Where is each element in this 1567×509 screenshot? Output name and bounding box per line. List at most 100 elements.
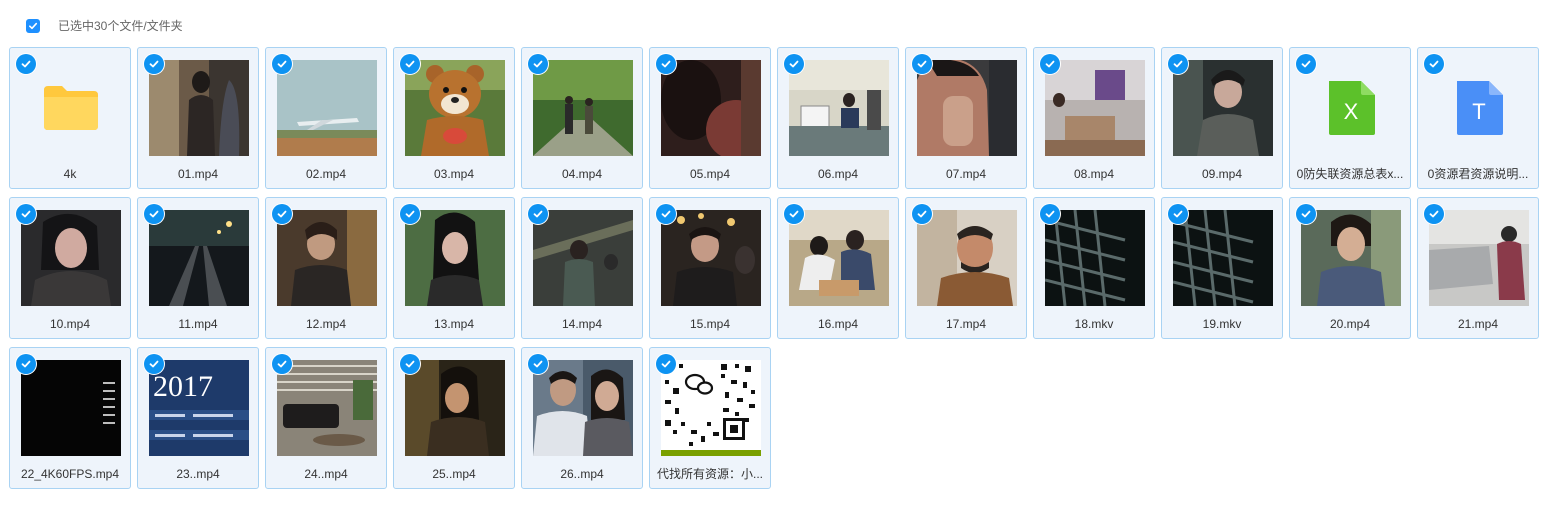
video-thumbnail — [917, 60, 1017, 156]
video-thumbnail — [533, 210, 633, 306]
selected-check-icon[interactable] — [144, 354, 164, 374]
file-name: 13.mp4 — [433, 317, 475, 331]
video-thumbnail — [21, 210, 121, 306]
file-card-video[interactable]: 16.mp4 — [777, 197, 899, 339]
file-name: 10.mp4 — [49, 317, 91, 331]
file-card-video[interactable]: 09.mp4 — [1161, 47, 1283, 189]
selected-check-icon[interactable] — [656, 354, 676, 374]
file-card-video[interactable]: 20.mp4 — [1289, 197, 1411, 339]
video-thumbnail — [277, 360, 377, 456]
file-name: 19.mkv — [1202, 317, 1242, 331]
selected-check-icon[interactable] — [1296, 204, 1316, 224]
file-card-video[interactable]: 18.mkv — [1033, 197, 1155, 339]
video-thumbnail — [277, 210, 377, 306]
video-thumbnail — [789, 60, 889, 156]
video-thumbnail — [661, 210, 761, 306]
selected-check-icon[interactable] — [16, 204, 36, 224]
checkmark-icon — [29, 22, 38, 30]
file-card-video[interactable]: 05.mp4 — [649, 47, 771, 189]
selected-check-icon[interactable] — [1424, 54, 1444, 74]
file-card-video[interactable]: 17.mp4 — [905, 197, 1027, 339]
selected-check-icon[interactable] — [1424, 204, 1444, 224]
video-thumbnail — [1173, 60, 1273, 156]
file-card-video[interactable]: 07.mp4 — [905, 47, 1027, 189]
selected-check-icon[interactable] — [784, 204, 804, 224]
file-name: 23..mp4 — [176, 467, 220, 481]
video-thumbnail — [917, 210, 1017, 306]
selected-check-icon[interactable] — [912, 54, 932, 74]
file-card-video[interactable]: 24..mp4 — [265, 347, 387, 489]
file-card-video[interactable]: 01.mp4 — [137, 47, 259, 189]
file-name: 14.mp4 — [561, 317, 603, 331]
file-card-video[interactable]: 02.mp4 — [265, 47, 387, 189]
selected-check-icon[interactable] — [1168, 54, 1188, 74]
selected-check-icon[interactable] — [1296, 54, 1316, 74]
file-name: 09.mp4 — [1201, 167, 1243, 181]
select-all-checkbox[interactable] — [26, 19, 40, 33]
file-card-image[interactable]: 代找所有资源：小... — [649, 347, 771, 489]
file-card-document[interactable]: T 0资源君资源说明... — [1417, 47, 1539, 189]
file-name: 06.mp4 — [817, 167, 859, 181]
file-card-video[interactable]: 2017 23..mp4 — [137, 347, 259, 489]
selected-check-icon[interactable] — [1040, 204, 1060, 224]
selected-check-icon[interactable] — [1168, 204, 1188, 224]
file-name: 25..mp4 — [432, 467, 476, 481]
file-name: 16.mp4 — [817, 317, 859, 331]
selected-check-icon[interactable] — [784, 54, 804, 74]
selected-check-icon[interactable] — [528, 54, 548, 74]
selected-check-icon[interactable] — [272, 204, 292, 224]
excel-file-icon: X — [1301, 60, 1401, 156]
selected-check-icon[interactable] — [528, 354, 548, 374]
file-card-video[interactable]: 04.mp4 — [521, 47, 643, 189]
svg-text:X: X — [1344, 99, 1359, 124]
selected-check-icon[interactable] — [16, 54, 36, 74]
file-name: 17.mp4 — [945, 317, 987, 331]
file-card-video[interactable]: 08.mp4 — [1033, 47, 1155, 189]
file-card-video[interactable]: 06.mp4 — [777, 47, 899, 189]
video-thumbnail: 2017 — [149, 360, 249, 456]
file-card-video[interactable]: 22_4K60FPS.mp4 — [9, 347, 131, 489]
selected-check-icon[interactable] — [400, 54, 420, 74]
video-thumbnail — [533, 60, 633, 156]
file-card-video[interactable]: 26..mp4 — [521, 347, 643, 489]
file-name: 03.mp4 — [433, 167, 475, 181]
selected-check-icon[interactable] — [400, 354, 420, 374]
file-card-video[interactable]: 12.mp4 — [265, 197, 387, 339]
video-thumbnail — [661, 60, 761, 156]
selected-check-icon[interactable] — [528, 204, 548, 224]
selected-check-icon[interactable] — [400, 204, 420, 224]
file-card-video[interactable]: 19.mkv — [1161, 197, 1283, 339]
file-name: 18.mkv — [1074, 317, 1114, 331]
selected-check-icon[interactable] — [272, 54, 292, 74]
file-card-video[interactable]: 25..mp4 — [393, 347, 515, 489]
selected-check-icon[interactable] — [656, 204, 676, 224]
file-name: 20.mp4 — [1329, 317, 1371, 331]
file-card-folder-4k[interactable]: 4k — [9, 47, 131, 189]
svg-text:T: T — [1472, 99, 1485, 124]
video-thumbnail — [277, 60, 377, 156]
select-all-bar: 已选中30个文件/文件夹 — [26, 18, 183, 34]
folder-icon — [21, 60, 121, 156]
file-card-video[interactable]: 15.mp4 — [649, 197, 771, 339]
file-card-video[interactable]: 10.mp4 — [9, 197, 131, 339]
selected-check-icon[interactable] — [16, 354, 36, 374]
selected-check-icon[interactable] — [656, 54, 676, 74]
selected-check-icon[interactable] — [144, 204, 164, 224]
selected-check-icon[interactable] — [1040, 54, 1060, 74]
video-thumbnail — [1045, 210, 1145, 306]
file-card-video[interactable]: 13.mp4 — [393, 197, 515, 339]
file-card-video[interactable]: 14.mp4 — [521, 197, 643, 339]
file-name: 24..mp4 — [304, 467, 348, 481]
file-card-video[interactable]: 21.mp4 — [1417, 197, 1539, 339]
selected-check-icon[interactable] — [144, 54, 164, 74]
file-card-excel[interactable]: X 0防失联资源总表x... — [1289, 47, 1411, 189]
selected-check-icon[interactable] — [912, 204, 932, 224]
file-name: 代找所有资源：小... — [656, 467, 763, 481]
qr-code-thumbnail — [661, 360, 761, 456]
file-card-video[interactable]: 03.mp4 — [393, 47, 515, 189]
selected-check-icon[interactable] — [272, 354, 292, 374]
file-card-video[interactable]: 11.mp4 — [137, 197, 259, 339]
file-name: 04.mp4 — [561, 167, 603, 181]
file-name: 12.mp4 — [305, 317, 347, 331]
file-name: 0防失联资源总表x... — [1296, 167, 1404, 181]
